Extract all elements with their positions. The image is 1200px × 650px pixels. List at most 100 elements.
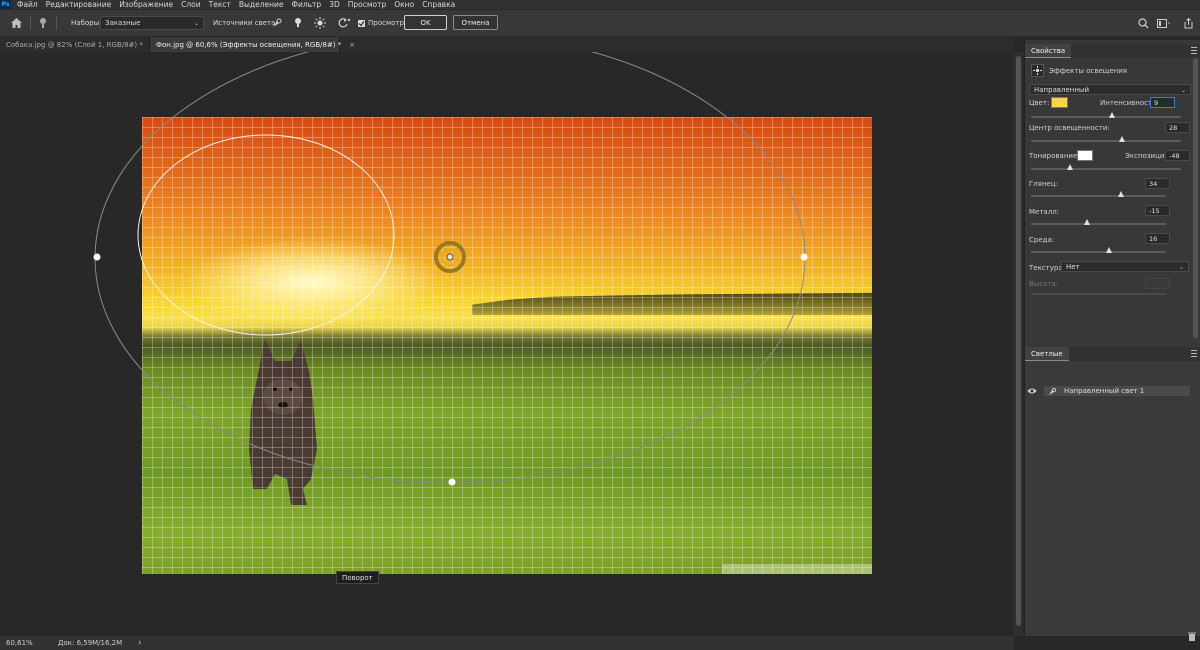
scrollbar-thumb[interactable]: [1016, 56, 1021, 626]
menu-view[interactable]: Просмотр: [348, 0, 387, 9]
colorize-label: Тонирование:: [1029, 152, 1080, 160]
presets-select[interactable]: Заказные ⌄: [100, 16, 204, 30]
hotspot-label: Центр освещенности:: [1029, 124, 1110, 132]
texture-select[interactable]: Нет ⌄: [1061, 261, 1189, 272]
menu-image[interactable]: Изображение: [119, 0, 173, 9]
colorize-swatch[interactable]: [1077, 150, 1093, 161]
menu-window[interactable]: Окно: [394, 0, 414, 9]
cancel-button[interactable]: Отмена: [453, 15, 498, 30]
intensity-slider[interactable]: [1031, 112, 1181, 118]
menu-select[interactable]: Выделение: [239, 0, 284, 9]
gloss-label: Глянец:: [1029, 180, 1058, 188]
add-infinite-light-icon[interactable]: [314, 15, 326, 31]
preview-checkbox-wrap[interactable]: Просмотр: [358, 15, 404, 31]
chevron-right-icon[interactable]: ›: [138, 638, 142, 648]
metallic-input[interactable]: -15: [1145, 205, 1170, 216]
ellipse-handle-bottom[interactable]: [448, 478, 456, 486]
light-sources-label: Источники света:: [213, 19, 278, 27]
photoshop-logo: Ps: [0, 0, 11, 9]
tab-fon[interactable]: Фон.jpg @ 60,6% (Эффекты освещения, RGB/…: [150, 37, 355, 52]
light-type-value: Направленный: [1034, 85, 1089, 94]
home-icon[interactable]: [10, 15, 23, 31]
slider-knob[interactable]: [1105, 247, 1112, 253]
ellipse-handle-left[interactable]: [93, 253, 101, 261]
lights-list: [1025, 361, 1200, 636]
reset-light-icon[interactable]: [337, 15, 351, 31]
doc-size: Док: 6,59M/16,2M: [58, 639, 123, 647]
height-input: [1145, 278, 1170, 289]
close-icon[interactable]: ×: [349, 41, 355, 49]
texture-value: Нет: [1066, 262, 1080, 271]
slider-knob[interactable]: [1108, 112, 1115, 118]
menu-layers[interactable]: Слои: [181, 0, 201, 9]
lighting-effects-icon: [1031, 64, 1044, 77]
properties-scrollbar[interactable]: [1193, 58, 1198, 338]
share-icon[interactable]: [1184, 15, 1193, 31]
menu-type[interactable]: Текст: [209, 0, 231, 9]
exposure-slider[interactable]: [1031, 164, 1181, 170]
presets-label: Наборы:: [71, 19, 102, 27]
tab-properties[interactable]: Свойства: [1025, 44, 1072, 58]
ambience-input[interactable]: 16: [1145, 233, 1170, 244]
exposure-input[interactable]: -48: [1165, 150, 1190, 161]
light-controls-overlay: [93, 52, 808, 486]
height-slider: [1031, 293, 1166, 295]
light-item-label: Направленный свет 1: [1064, 387, 1145, 395]
light-falloff-ellipse[interactable]: [94, 52, 806, 484]
preview-label: Просмотр: [368, 19, 404, 27]
presets-value: Заказные: [105, 19, 141, 27]
delete-light-icon[interactable]: [1188, 632, 1198, 642]
metallic-label: Металл:: [1029, 208, 1060, 216]
intensity-input[interactable]: 9: [1150, 97, 1175, 108]
canvas-area[interactable]: [0, 52, 1014, 636]
metallic-slider[interactable]: [1031, 219, 1166, 225]
menu-3d[interactable]: 3D: [329, 0, 340, 9]
slider-knob[interactable]: [1119, 136, 1125, 142]
rotate-tooltip: Поворот: [336, 571, 379, 584]
gloss-input[interactable]: 34: [1145, 178, 1170, 189]
lights-header: Светлые: [1025, 347, 1200, 361]
ellipse-handle-right[interactable]: [800, 253, 808, 261]
light-color-swatch[interactable]: [1051, 97, 1068, 108]
ambience-label: Среда:: [1029, 236, 1055, 244]
canvas-scrollbar[interactable]: [1014, 52, 1023, 636]
zoom-level[interactable]: 60,61%: [6, 639, 33, 647]
properties-header: Свойства: [1025, 44, 1200, 58]
tab-lights[interactable]: Светлые: [1025, 347, 1069, 361]
effect-title: Эффекты освещения: [1049, 67, 1128, 75]
document-tabs: Собака.jpg @ 82% (Слой 1, RGB/8#) * × Фо…: [0, 37, 1014, 52]
chevron-down-icon: ⌄: [1178, 264, 1184, 271]
tab-label: Собака.jpg @ 82% (Слой 1, RGB/8#) *: [6, 40, 143, 49]
preview-checkbox[interactable]: [358, 19, 365, 27]
visibility-eye-icon[interactable]: [1027, 387, 1037, 395]
gloss-slider[interactable]: [1031, 191, 1166, 197]
menu-help[interactable]: Справка: [422, 0, 455, 9]
ok-button[interactable]: OK: [404, 15, 447, 30]
panel-menu-icon[interactable]: [1191, 47, 1197, 54]
add-spot-light-icon[interactable]: [271, 15, 283, 31]
light-tool-icon[interactable]: [38, 15, 48, 31]
hotspot-slider[interactable]: [1031, 136, 1181, 142]
add-point-light-icon[interactable]: [293, 15, 303, 31]
menu-file[interactable]: Файл: [17, 0, 38, 9]
hotspot-input[interactable]: 28: [1165, 122, 1190, 133]
menu-filter[interactable]: Фильтр: [292, 0, 322, 9]
list-item[interactable]: Направленный свет 1: [1044, 386, 1190, 396]
light-type-select[interactable]: Направленный ⌄: [1029, 84, 1191, 95]
tab-sobaka[interactable]: Собака.jpg @ 82% (Слой 1, RGB/8#) * ×: [0, 37, 157, 52]
menu-bar: Ps Файл Редактирование Изображение Слои …: [0, 0, 1200, 9]
spot-light-icon: [1048, 387, 1057, 396]
slider-knob[interactable]: [1117, 191, 1124, 197]
tab-label: Фон.jpg @ 60,6% (Эффекты освещения, RGB/…: [156, 40, 342, 49]
light-center-handle[interactable]: [446, 253, 454, 261]
menu-edit[interactable]: Редактирование: [46, 0, 111, 9]
status-bar: 60,61% Док: 6,59M/16,2M ›: [0, 636, 1014, 650]
hotspot-ring[interactable]: [137, 134, 395, 336]
slider-knob[interactable]: [1084, 219, 1091, 225]
workspace-icon[interactable]: [1157, 15, 1171, 31]
chevron-down-icon: ⌄: [1180, 87, 1186, 94]
ambience-slider[interactable]: [1031, 247, 1166, 253]
search-icon[interactable]: [1138, 15, 1149, 31]
panel-menu-icon[interactable]: [1191, 350, 1197, 357]
slider-knob[interactable]: [1066, 164, 1073, 170]
